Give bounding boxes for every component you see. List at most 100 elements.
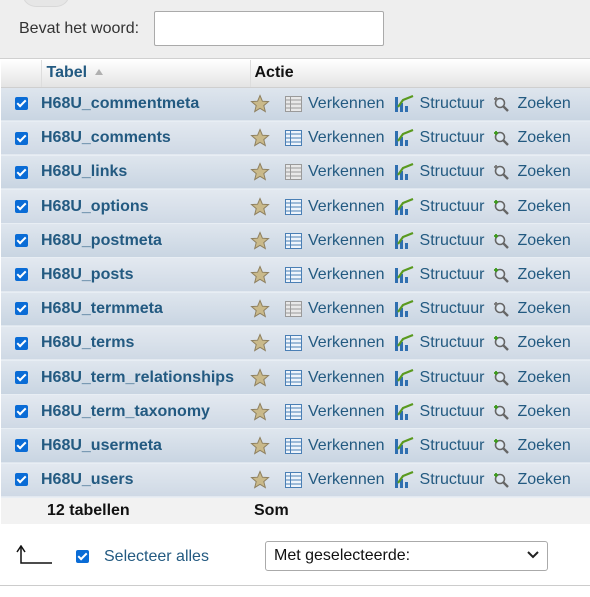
favorite-star-icon[interactable] <box>250 299 270 319</box>
favorite-star-icon[interactable] <box>250 265 270 285</box>
table-row[interactable]: H68U_term_taxonomy Verkennen Structuur Zoek… <box>1 394 590 429</box>
search-label: Zoeken <box>517 129 571 147</box>
table-row[interactable]: H68U_term_relationships Verkennen Structuu… <box>1 360 590 395</box>
browse-label: Verkennen <box>308 129 385 147</box>
table-row[interactable]: H68U_links Verkennen Structuur Zoeken <box>1 155 590 190</box>
structure-action[interactable]: Structuur <box>394 334 484 352</box>
sort-by-name-link[interactable]: Tabel <box>47 64 88 81</box>
table-name-link[interactable]: H68U_commentmeta <box>41 95 199 112</box>
row-checkbox[interactable] <box>14 131 28 145</box>
structure-action[interactable]: Structuur <box>394 402 484 421</box>
browse-action[interactable]: Verkennen <box>285 471 385 489</box>
row-checkbox[interactable] <box>14 405 28 419</box>
table-name-link[interactable]: H68U_links <box>41 163 127 180</box>
row-action-cell: Verkennen Structuur Zoeken <box>250 395 590 429</box>
browse-action[interactable]: Verkennen <box>285 369 385 387</box>
table-row[interactable]: H68U_usermeta Verkennen Structuur Zoeken <box>1 428 590 464</box>
table-name-link[interactable]: H68U_comments <box>41 129 171 146</box>
table-row[interactable]: H68U_termmeta Verkennen Structuur Zoeken <box>1 292 590 327</box>
select-all-label[interactable]: Selecteer alles <box>104 548 209 566</box>
browse-action[interactable]: Verkennen <box>285 232 385 250</box>
search-action[interactable]: Zoeken <box>493 368 571 387</box>
row-checkbox[interactable] <box>14 473 28 487</box>
search-action[interactable]: Zoeken <box>493 95 571 113</box>
favorite-star-icon[interactable] <box>250 128 270 148</box>
favorite-star-icon[interactable] <box>250 401 270 422</box>
table-body: H68U_commentmeta Verkennen Structuur Zoeken… <box>1 87 590 525</box>
browse-action[interactable]: Verkennen <box>285 437 385 455</box>
row-checkbox[interactable] <box>14 165 28 179</box>
browse-action[interactable]: Verkennen <box>285 129 385 147</box>
search-action[interactable]: Zoeken <box>493 232 571 250</box>
favorite-star-icon[interactable] <box>250 94 270 114</box>
favorite-star-icon[interactable] <box>250 436 270 456</box>
row-checkbox[interactable] <box>14 439 28 453</box>
structure-action[interactable]: Structuur <box>394 300 484 318</box>
table-row[interactable]: H68U_options Verkennen Structuur Zoeken <box>1 189 590 224</box>
browse-action[interactable]: Verkennen <box>285 300 385 318</box>
table-row[interactable]: H68U_commentmeta Verkennen Structuur Zoeken <box>1 87 590 122</box>
browse-action[interactable]: Verkennen <box>285 334 385 352</box>
favorite-star-icon[interactable] <box>250 367 270 388</box>
browse-action[interactable]: Verkennen <box>285 163 385 181</box>
row-checkbox[interactable] <box>14 370 28 384</box>
row-checkbox[interactable] <box>14 268 28 282</box>
search-action[interactable]: Zoeken <box>493 163 571 181</box>
table-name-link[interactable]: H68U_termmeta <box>41 300 163 317</box>
row-checkbox[interactable] <box>14 302 28 316</box>
search-action[interactable]: Zoeken <box>493 437 571 455</box>
favorite-star-icon[interactable] <box>250 231 270 251</box>
structure-label: Structuur <box>419 266 485 284</box>
structure-action[interactable]: Structuur <box>394 95 484 113</box>
table-name-link[interactable]: H68U_postmeta <box>41 232 162 249</box>
search-icon <box>494 233 510 249</box>
filter-input[interactable] <box>154 11 384 46</box>
search-action[interactable]: Zoeken <box>493 266 571 284</box>
favorite-star-icon[interactable] <box>250 333 270 353</box>
table-row[interactable]: H68U_terms Verkennen Structuur Zoeken <box>1 326 590 361</box>
structure-action[interactable]: Structuur <box>394 368 484 387</box>
select-all-checkbox[interactable] <box>76 550 89 563</box>
structure-action[interactable]: Structuur <box>394 231 484 250</box>
table-row[interactable]: H68U_users Verkennen Structuur Zoeken <box>1 463 590 498</box>
row-checkbox[interactable] <box>14 336 28 350</box>
structure-action[interactable]: Structuur <box>394 129 484 147</box>
table-row[interactable]: H68U_posts Verkennen Structuur Zoeken <box>1 257 590 293</box>
structure-action[interactable]: Structuur <box>394 197 484 216</box>
search-action[interactable]: Zoeken <box>493 334 571 352</box>
favorite-star-icon[interactable] <box>250 196 270 217</box>
header-name-cell[interactable]: Tabel <box>41 60 251 88</box>
row-checkbox[interactable] <box>14 199 28 213</box>
favorite-star-icon[interactable] <box>250 162 270 182</box>
search-action[interactable]: Zoeken <box>493 198 571 216</box>
table-row[interactable]: H68U_postmeta Verkennen Structuur Zoeken <box>1 223 590 258</box>
table-footer-row: 12 tabellen Som <box>1 497 590 525</box>
table-name-link[interactable]: H68U_posts <box>41 266 133 283</box>
table-name-link[interactable]: H68U_options <box>41 198 149 215</box>
search-icon <box>494 404 510 420</box>
structure-action[interactable]: Structuur <box>394 436 484 455</box>
search-label: Zoeken <box>517 402 571 420</box>
search-action[interactable]: Zoeken <box>493 129 571 147</box>
table-name-link[interactable]: H68U_users <box>41 471 134 488</box>
browse-action[interactable]: Verkennen <box>285 403 385 421</box>
structure-action[interactable]: Structuur <box>394 266 485 284</box>
favorite-star-icon[interactable] <box>250 470 270 490</box>
browse-action[interactable]: Verkennen <box>285 198 385 216</box>
row-checkbox[interactable] <box>14 97 28 111</box>
table-name-link[interactable]: H68U_usermeta <box>41 437 162 454</box>
search-action[interactable]: Zoeken <box>493 300 571 318</box>
table-row[interactable]: H68U_comments Verkennen Structuur Zoeken <box>1 121 590 156</box>
browse-action[interactable]: Verkennen <box>285 266 385 284</box>
structure-action[interactable]: Structuur <box>394 471 484 489</box>
search-label: Zoeken <box>517 368 571 386</box>
search-action[interactable]: Zoeken <box>493 402 571 421</box>
table-name-link[interactable]: H68U_term_relationships <box>41 369 234 386</box>
table-name-link[interactable]: H68U_term_taxonomy <box>41 403 210 420</box>
structure-action[interactable]: Structuur <box>394 163 484 181</box>
browse-action[interactable]: Verkennen <box>285 95 385 113</box>
with-selected-dropdown[interactable]: Met geselecteerde: <box>265 541 548 571</box>
table-name-link[interactable]: H68U_terms <box>41 334 134 351</box>
row-checkbox[interactable] <box>14 234 28 248</box>
search-action[interactable]: Zoeken <box>493 471 571 489</box>
